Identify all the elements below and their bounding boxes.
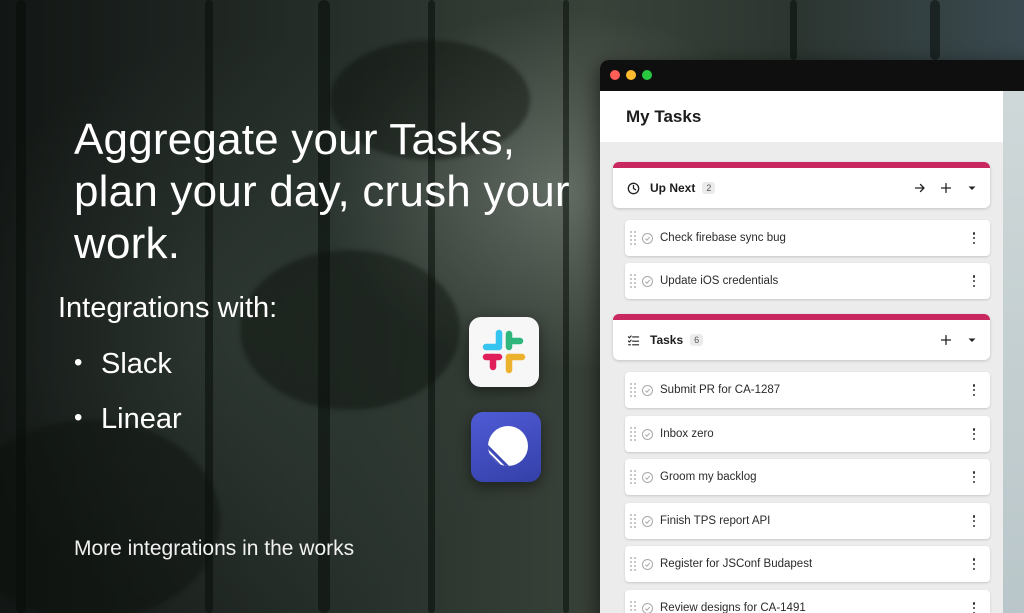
checkmark-circle-icon[interactable] [642, 275, 653, 287]
drag-handle-icon[interactable] [630, 271, 636, 291]
window-titlebar [600, 60, 1024, 91]
checkmark-circle-icon[interactable] [642, 471, 653, 483]
section-label: Up Next [650, 181, 696, 195]
slack-logo-icon [469, 317, 539, 387]
bullet-icon: • [74, 349, 83, 376]
maximize-window-button[interactable] [642, 70, 652, 80]
checkmark-circle-icon[interactable] [642, 428, 653, 440]
task-label: Finish TPS report API [660, 515, 771, 527]
section-actions [914, 182, 978, 194]
close-window-button[interactable] [610, 70, 620, 80]
task-board: Up Next 2 Check firebase sync bug Update… [600, 142, 1003, 613]
task-card[interactable]: Finish TPS report API [625, 503, 990, 539]
more-options-icon[interactable] [972, 602, 976, 613]
checklist-icon [626, 333, 640, 347]
linear-logo-icon [471, 412, 541, 482]
more-options-icon[interactable] [972, 232, 976, 244]
drag-handle-icon[interactable] [630, 511, 636, 531]
integration-item-linear: • Linear [74, 401, 182, 456]
caret-down-icon[interactable] [966, 182, 978, 194]
more-options-icon[interactable] [972, 428, 976, 440]
task-card[interactable]: Update iOS credentials [625, 263, 990, 299]
count-badge: 6 [690, 334, 704, 346]
integration-label: Slack [101, 348, 172, 380]
task-card[interactable]: Check firebase sync bug [625, 220, 990, 256]
tree-trunk [790, 0, 797, 60]
integrations-heading: Integrations with: [58, 292, 278, 324]
plus-icon[interactable] [940, 182, 952, 194]
drag-handle-icon[interactable] [630, 598, 636, 613]
task-label: Register for JSConf Budapest [660, 558, 813, 570]
page-title: My Tasks [600, 91, 1003, 142]
section-header-up-next[interactable]: Up Next 2 [613, 162, 990, 208]
checkmark-circle-icon[interactable] [642, 558, 653, 570]
task-label: Update iOS credentials [660, 275, 779, 287]
integrations-list: • Slack • Linear [74, 346, 182, 456]
drag-handle-icon[interactable] [630, 554, 636, 574]
drag-handle-icon[interactable] [630, 380, 636, 400]
more-options-icon[interactable] [972, 558, 976, 570]
fern-foliage [240, 250, 460, 410]
drag-handle-icon[interactable] [630, 424, 636, 444]
task-label: Submit PR for CA-1287 [660, 384, 781, 396]
task-card[interactable]: Submit PR for CA-1287 [625, 372, 990, 408]
drag-handle-icon[interactable] [630, 228, 636, 248]
integration-item-slack: • Slack [74, 346, 182, 401]
more-integrations-note: More integrations in the works [74, 537, 355, 560]
more-options-icon[interactable] [972, 275, 976, 287]
clock-icon [626, 181, 640, 195]
task-label: Groom my backlog [660, 471, 757, 483]
task-label: Inbox zero [660, 428, 714, 440]
integration-label: Linear [101, 403, 182, 435]
section-label: Tasks [650, 333, 684, 347]
task-card[interactable]: Inbox zero [625, 416, 990, 452]
caret-down-icon[interactable] [966, 334, 978, 346]
task-label: Check firebase sync bug [660, 232, 786, 244]
count-badge: 2 [702, 182, 716, 194]
task-card[interactable]: Review designs for CA-1491 [625, 590, 990, 613]
checkmark-circle-icon[interactable] [642, 515, 653, 527]
tree-trunk [930, 0, 940, 60]
task-label: Review designs for CA-1491 [660, 602, 806, 613]
checkmark-circle-icon[interactable] [642, 232, 653, 244]
section-actions [940, 334, 978, 346]
more-options-icon[interactable] [972, 471, 976, 483]
section-header-tasks[interactable]: Tasks 6 [613, 314, 990, 360]
hero-title: Aggregate your Tasks, plan your day, cru… [74, 115, 570, 268]
background-panel [1003, 91, 1024, 613]
task-card[interactable]: Register for JSConf Budapest [625, 546, 990, 582]
task-card[interactable]: Groom my backlog [625, 459, 990, 495]
more-options-icon[interactable] [972, 515, 976, 527]
arrow-right-icon[interactable] [914, 182, 926, 194]
plus-icon[interactable] [940, 334, 952, 346]
app-window: My Tasks Up Next 2 Check firebase sync b… [600, 60, 1024, 613]
more-options-icon[interactable] [972, 384, 976, 396]
tree-trunk [563, 0, 569, 613]
bullet-icon: • [74, 404, 83, 431]
minimize-window-button[interactable] [626, 70, 636, 80]
checkmark-circle-icon[interactable] [642, 602, 653, 613]
checkmark-circle-icon[interactable] [642, 384, 653, 396]
drag-handle-icon[interactable] [630, 467, 636, 487]
